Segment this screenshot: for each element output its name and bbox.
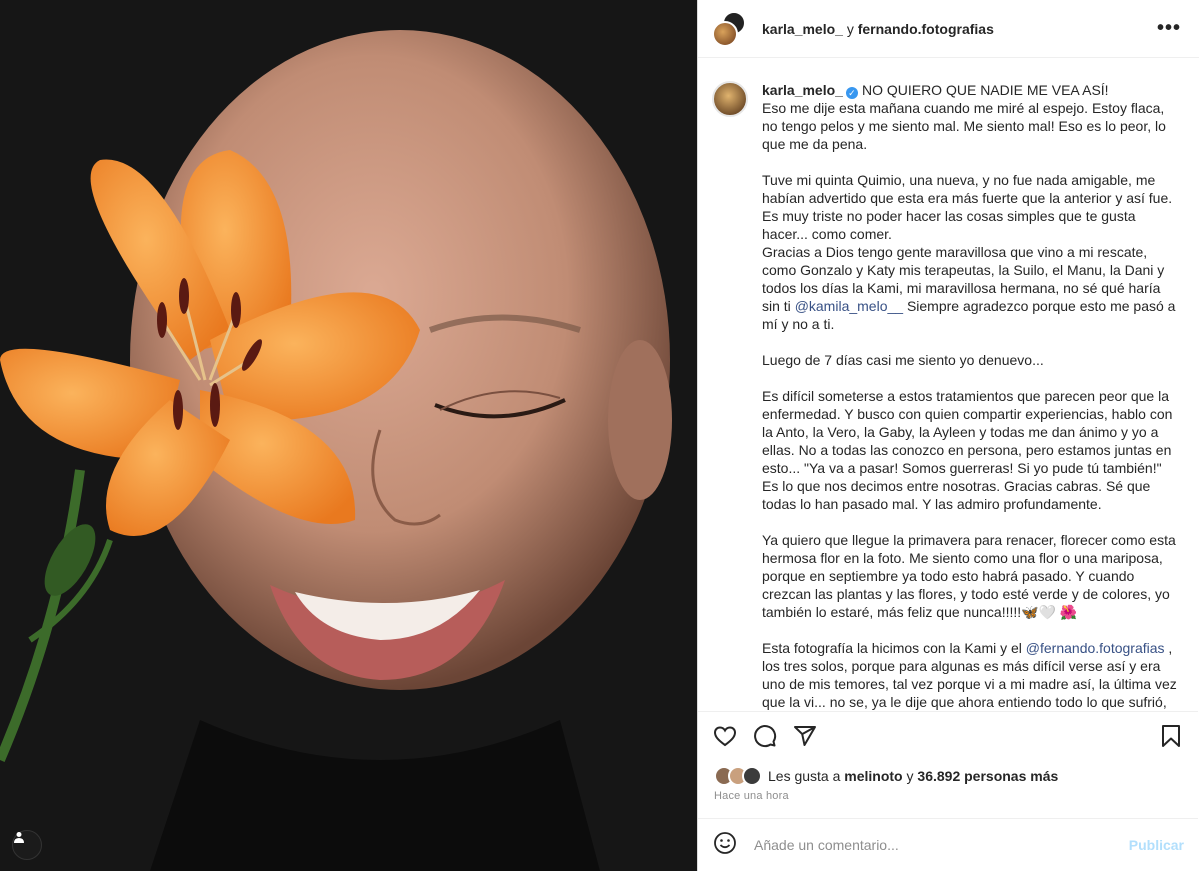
post-timestamp[interactable]: Hace una hora [714, 790, 789, 802]
author-link[interactable]: karla_melo_ [762, 21, 843, 37]
likes-middle: y [906, 768, 914, 784]
bookmark-icon [1160, 724, 1182, 753]
post-panel: karla_melo_ y fernando.fotografias ••• k… [697, 0, 1199, 871]
caption-body-1: NO QUIERO QUE NADIE ME VEA ASÍ! Eso me d… [762, 82, 1173, 314]
comment-input[interactable] [752, 836, 1129, 854]
comment-button[interactable] [752, 724, 778, 753]
coauthor-avatars[interactable] [712, 10, 748, 47]
user-tag-button[interactable] [12, 830, 42, 860]
portrait-illustration [0, 0, 697, 871]
emoji-button[interactable] [712, 831, 738, 860]
verified-badge-icon: ✓ [845, 87, 858, 99]
like-button[interactable] [712, 726, 738, 752]
comment-icon [753, 724, 777, 753]
likes-user-link[interactable]: melinoto [844, 768, 902, 784]
emoji-icon [713, 831, 737, 860]
likes-text: Les gusta a melinoto y 36.892 personas m… [768, 768, 1058, 784]
action-bar [698, 711, 1198, 765]
post-photo[interactable] [0, 0, 697, 871]
comment-bar: Publicar [698, 818, 1198, 871]
likes-prefix: Les gusta a [768, 768, 841, 784]
coauthor-link[interactable]: fernando.fotografias [858, 21, 994, 37]
mention-kamila[interactable]: @kamila_melo__ [795, 298, 903, 314]
more-options-button[interactable]: ••• [1153, 17, 1185, 40]
mention-fernando[interactable]: @fernando.fotografias [1026, 640, 1165, 656]
likes-summary: Les gusta a melinoto y 36.892 personas m… [714, 766, 1058, 786]
heart-icon [713, 724, 737, 753]
liker-avatar[interactable] [742, 766, 762, 786]
publish-button[interactable]: Publicar [1129, 837, 1184, 853]
post-header: karla_melo_ y fernando.fotografias ••• [698, 0, 1199, 58]
caption-section[interactable]: karla_melo_ ✓ NO QUIERO QUE NADIE ME VEA A… [698, 59, 1198, 710]
avatar-author[interactable] [712, 20, 738, 47]
caption-avatar[interactable] [712, 81, 748, 117]
caption-username[interactable]: karla_melo_ [762, 82, 843, 98]
share-button[interactable] [792, 726, 818, 752]
authors-conjunction: y [846, 20, 854, 37]
likes-count-link[interactable]: 36.892 personas más [917, 768, 1058, 784]
post-authors: karla_melo_ y fernando.fotografias [762, 21, 1153, 37]
more-options-icon: ••• [1156, 17, 1181, 39]
caption-body-2: Siempre agradezco porque esto me pasó a … [762, 298, 1176, 656]
save-button[interactable] [1158, 724, 1184, 753]
caption-text: karla_melo_ ✓ NO QUIERO QUE NADIE ME VEA A… [762, 81, 1180, 710]
share-icon [793, 724, 817, 753]
